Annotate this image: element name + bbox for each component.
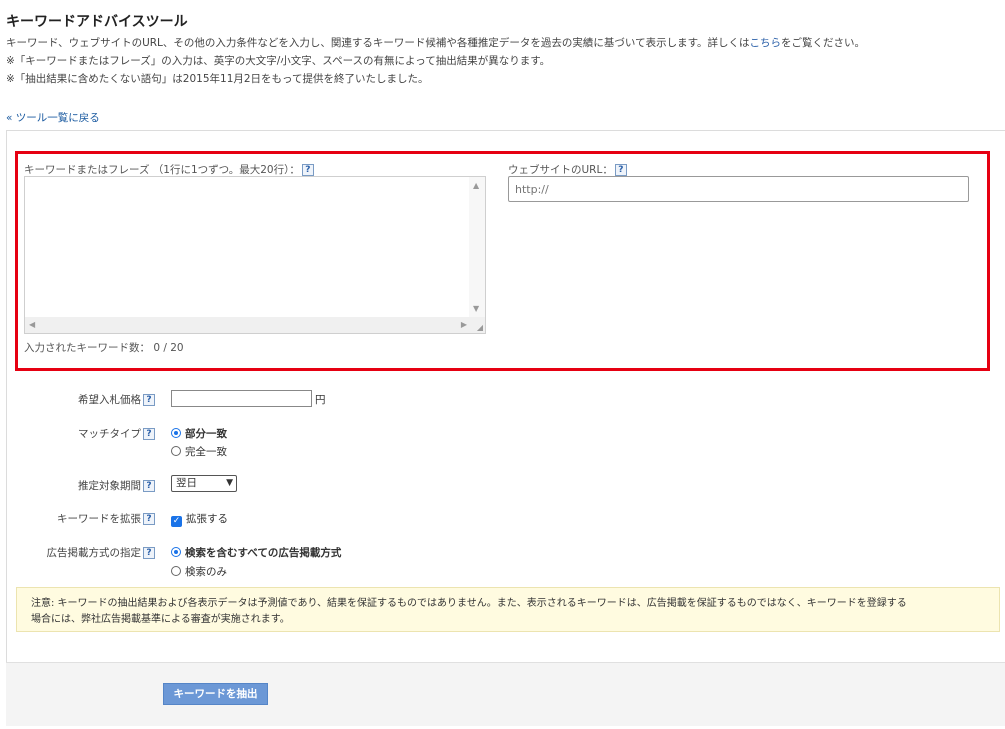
description-line-3: ※「抽出結果に含めたくない語句」は2015年11月2日をもって提供を終了いたしま…	[6, 73, 429, 85]
resize-icon[interactable]: ◢	[477, 323, 483, 332]
keyword-count: 入力されたキーワード数： 0 / 20	[24, 342, 184, 354]
vertical-scrollbar[interactable]: ▲ ▼	[469, 177, 485, 317]
help-icon[interactable]: ?	[301, 164, 314, 176]
radio-selected-icon[interactable]	[171, 547, 181, 557]
notice-line-2: 場合には、弊社広告掲載基準による審査が実施されます。	[31, 614, 290, 625]
match-type-label: マッチタイプ?	[78, 426, 155, 441]
description-line-2: ※「キーワードまたはフレーズ」の入力は、英字の大文字/小文字、スペースの有無によ…	[6, 55, 551, 67]
radio-icon[interactable]	[171, 446, 181, 456]
details-link[interactable]: こちら	[750, 37, 782, 49]
bid-price-input[interactable]	[171, 390, 312, 407]
page-title: キーワードアドバイスツール	[6, 14, 188, 30]
url-label: ウェブサイトのURL：?	[508, 162, 627, 177]
extract-keywords-button[interactable]: キーワードを抽出	[163, 683, 268, 705]
check-icon[interactable]: ✓	[171, 516, 182, 527]
radio-selected-icon[interactable]	[171, 428, 181, 438]
help-icon[interactable]: ?	[143, 480, 155, 492]
keywords-textarea[interactable]: ▲ ▼ ◀ ▶ ◢	[24, 176, 486, 334]
bid-unit: 円	[315, 394, 326, 406]
expand-checkbox[interactable]: ✓ 拡張する	[171, 511, 228, 527]
period-label: 推定対象期間?	[78, 478, 155, 493]
scroll-left-icon[interactable]: ◀	[29, 320, 35, 329]
match-type-exact[interactable]: 完全一致	[171, 444, 227, 459]
scroll-up-icon[interactable]: ▲	[473, 181, 479, 190]
radio-icon[interactable]	[171, 566, 181, 576]
back-to-tools-link[interactable]: « ツール一覧に戻る	[6, 110, 100, 125]
website-url-input[interactable]	[508, 176, 969, 202]
notice-box: 注意: キーワードの抽出結果および各表示データは予測値であり、結果を保証するもの…	[16, 587, 1000, 632]
ad-format-search-only[interactable]: 検索のみ	[171, 564, 227, 579]
expand-label: キーワードを拡張?	[57, 511, 155, 526]
description-line-1: キーワード、ウェブサイトのURL、その他の入力条件などを入力し、関連するキーワー…	[6, 37, 866, 49]
resize-handle[interactable]: ◢	[469, 317, 485, 333]
notice-line-1: 注意: キーワードの抽出結果および各表示データは予測値であり、結果を保証するもの…	[31, 598, 907, 609]
help-icon[interactable]: ?	[143, 513, 155, 525]
scroll-right-icon[interactable]: ▶	[461, 320, 467, 329]
match-type-partial[interactable]: 部分一致	[171, 426, 227, 441]
horizontal-scrollbar[interactable]: ◀ ▶	[25, 317, 471, 333]
help-icon[interactable]: ?	[614, 164, 627, 176]
help-icon[interactable]: ?	[143, 428, 155, 440]
scroll-down-icon[interactable]: ▼	[473, 304, 479, 313]
help-icon[interactable]: ?	[143, 547, 155, 559]
footer-band	[6, 662, 1005, 726]
period-select[interactable]: 翌日 ▼	[171, 475, 237, 492]
ad-format-label: 広告掲載方式の指定?	[47, 545, 155, 560]
chevron-down-icon: ▼	[226, 478, 233, 488]
ad-format-all[interactable]: 検索を含むすべての広告掲載方式	[171, 545, 341, 560]
keywords-label: キーワードまたはフレーズ （1行に1つずつ。最大20行）：?	[24, 162, 314, 177]
bid-label: 希望入札価格?	[78, 392, 155, 407]
help-icon[interactable]: ?	[143, 394, 155, 406]
